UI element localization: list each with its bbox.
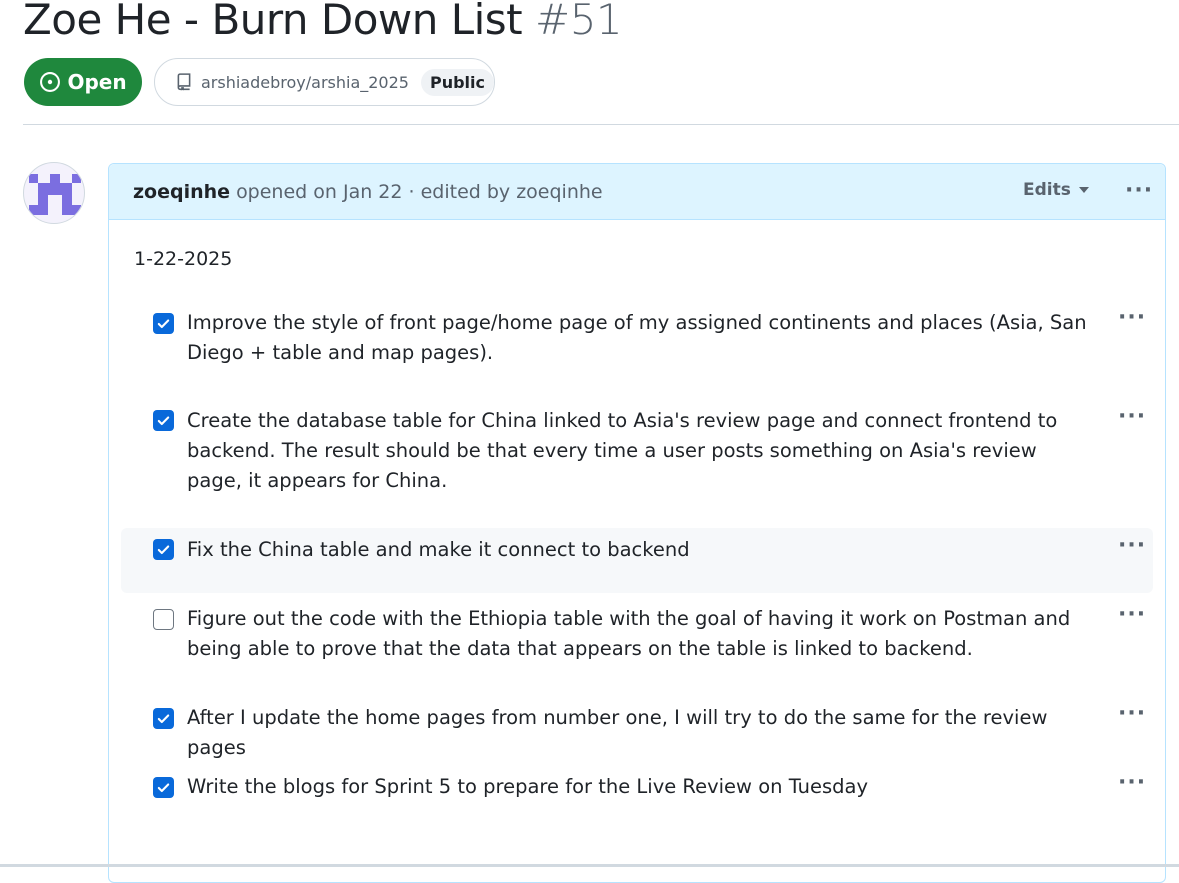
comment-options-kebab-icon[interactable]: ··· — [1125, 180, 1153, 202]
task-checkbox[interactable] — [153, 539, 174, 560]
task-item: Fix the China table and make it connect … — [121, 528, 1153, 593]
task-text: Improve the style of front page/home pag… — [187, 311, 1087, 364]
task-checkbox[interactable] — [153, 609, 174, 630]
task-checkbox[interactable] — [153, 708, 174, 729]
triangle-down-icon — [1078, 187, 1089, 193]
issue-opened-icon — [40, 72, 61, 92]
task-checkbox[interactable] — [153, 777, 174, 798]
comment-meta: opened on Jan 22 · edited by zoeqinhe — [236, 180, 603, 203]
task-options-kebab-icon[interactable]: ··· — [1118, 772, 1146, 794]
comment-header: zoeqinhe opened on Jan 22 · edited by zo… — [109, 164, 1165, 220]
repo-link[interactable]: arshiadebroy/arshia_2025 Public — [154, 58, 495, 106]
task-text: After I update the home pages from numbe… — [187, 706, 1048, 759]
visibility-badge: Public — [420, 68, 494, 96]
task-text: Fix the China table and make it connect … — [187, 538, 690, 561]
checkmark-icon — [157, 319, 170, 328]
checkmark-icon — [157, 783, 170, 792]
header-divider — [23, 124, 1179, 125]
task-checkbox[interactable] — [153, 410, 174, 431]
issue-number: #51 — [535, 0, 623, 44]
repo-icon — [177, 73, 191, 91]
edits-label: Edits — [1023, 180, 1071, 200]
task-options-kebab-icon[interactable]: ··· — [1118, 307, 1146, 329]
issue-state-badge: Open — [24, 58, 142, 106]
task-item: Write the blogs for Sprint 5 to prepare … — [121, 770, 1153, 806]
task-options-kebab-icon[interactable]: ··· — [1118, 535, 1146, 557]
task-options-kebab-icon[interactable]: ··· — [1118, 604, 1146, 626]
author-avatar[interactable] — [23, 162, 85, 224]
task-checkbox[interactable] — [153, 313, 174, 334]
checkmark-icon — [157, 545, 170, 554]
task-item: Figure out the code with the Ethiopia ta… — [121, 602, 1153, 668]
checkmark-icon — [157, 714, 170, 723]
issue-state-label: Open — [67, 70, 127, 94]
task-options-kebab-icon[interactable]: ··· — [1118, 406, 1146, 428]
checkmark-icon — [157, 416, 170, 425]
task-options-kebab-icon[interactable]: ··· — [1118, 703, 1146, 725]
task-text: Figure out the code with the Ethiopia ta… — [187, 607, 1071, 660]
issue-title: Zoe He - Burn Down List #51 — [23, 0, 623, 46]
issue-title-text: Zoe He - Burn Down List — [23, 0, 523, 44]
task-item: After I update the home pages from numbe… — [121, 701, 1153, 759]
identicon-avatar — [29, 174, 81, 215]
comment-date: 1-22-2025 — [134, 248, 233, 270]
edits-dropdown[interactable]: Edits — [1023, 180, 1089, 200]
task-item: Improve the style of front page/home pag… — [121, 305, 1153, 371]
task-item: Create the database table for China link… — [121, 404, 1153, 500]
task-text: Create the database table for China link… — [187, 409, 1058, 492]
comment-author[interactable]: zoeqinhe — [133, 181, 230, 203]
repo-name: arshiadebroy/arshia_2025 — [201, 72, 409, 92]
task-text: Write the blogs for Sprint 5 to prepare … — [187, 775, 869, 798]
